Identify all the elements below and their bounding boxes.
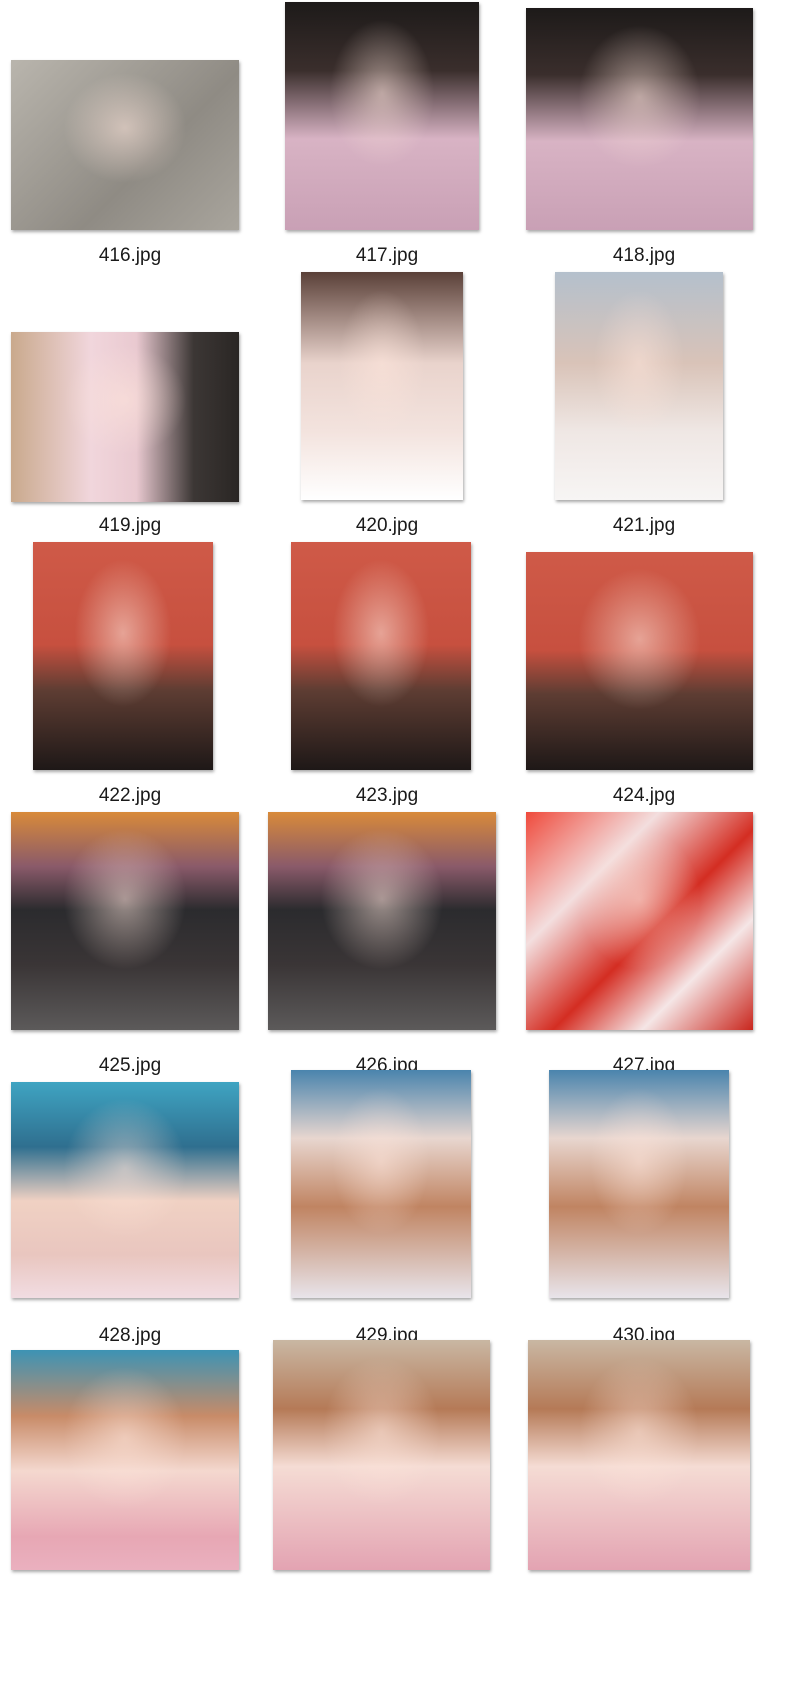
file-tile[interactable]: 428.jpg — [5, 1080, 255, 1350]
file-tile[interactable] — [519, 1340, 769, 1620]
file-tile[interactable]: 420.jpg — [262, 270, 512, 540]
file-tile[interactable]: 425.jpg — [5, 810, 255, 1080]
file-name-label: 417.jpg — [355, 245, 419, 266]
file-tile[interactable]: 427.jpg — [519, 810, 769, 1080]
file-tile[interactable]: 416.jpg — [5, 0, 255, 270]
file-name-label: 420.jpg — [355, 515, 419, 536]
image-thumbnail[interactable] — [526, 552, 753, 770]
file-tile[interactable]: 430.jpg — [519, 1070, 769, 1350]
file-tile[interactable] — [262, 1340, 512, 1620]
image-thumbnail[interactable] — [11, 1082, 239, 1298]
file-tile[interactable]: 424.jpg — [519, 540, 769, 810]
file-name-label: 418.jpg — [612, 245, 676, 266]
file-tile[interactable]: 417.jpg — [262, 0, 512, 270]
file-tile[interactable]: 423.jpg — [262, 540, 512, 810]
image-thumbnail[interactable] — [291, 542, 471, 770]
file-name-label: 422.jpg — [98, 785, 162, 806]
file-tile[interactable]: 418.jpg — [519, 0, 769, 270]
file-name-label: 425.jpg — [98, 1055, 162, 1076]
image-thumbnail[interactable] — [268, 812, 496, 1030]
file-browser-thumbnail-view: { "files": [ {"name": "416.jpg", "scene"… — [0, 0, 810, 1686]
image-thumbnail[interactable] — [528, 1340, 750, 1570]
image-thumbnail[interactable] — [526, 8, 753, 230]
file-tile[interactable]: 426.jpg — [262, 810, 512, 1080]
image-thumbnail[interactable] — [549, 1070, 729, 1298]
image-thumbnail[interactable] — [11, 60, 239, 230]
file-name-label: 424.jpg — [612, 785, 676, 806]
file-tile[interactable]: 421.jpg — [519, 270, 769, 540]
file-tile[interactable]: 429.jpg — [262, 1070, 512, 1350]
file-tile[interactable]: 422.jpg — [5, 540, 255, 810]
file-name-label: 421.jpg — [612, 515, 676, 536]
file-tile[interactable] — [5, 1350, 255, 1620]
image-thumbnail[interactable] — [33, 542, 213, 770]
image-thumbnail[interactable] — [291, 1070, 471, 1298]
file-name-label: 428.jpg — [98, 1325, 162, 1346]
image-thumbnail[interactable] — [11, 332, 239, 502]
image-thumbnail[interactable] — [273, 1340, 490, 1570]
file-name-label: 416.jpg — [98, 245, 162, 266]
file-tile[interactable]: 419.jpg — [5, 270, 255, 540]
file-name-label: 423.jpg — [355, 785, 419, 806]
file-name-label: 419.jpg — [98, 515, 162, 536]
image-thumbnail[interactable] — [555, 272, 723, 500]
image-thumbnail[interactable] — [301, 272, 463, 500]
image-thumbnail[interactable] — [526, 812, 753, 1030]
image-thumbnail[interactable] — [285, 2, 479, 230]
image-thumbnail[interactable] — [11, 812, 239, 1030]
image-thumbnail[interactable] — [11, 1350, 239, 1570]
